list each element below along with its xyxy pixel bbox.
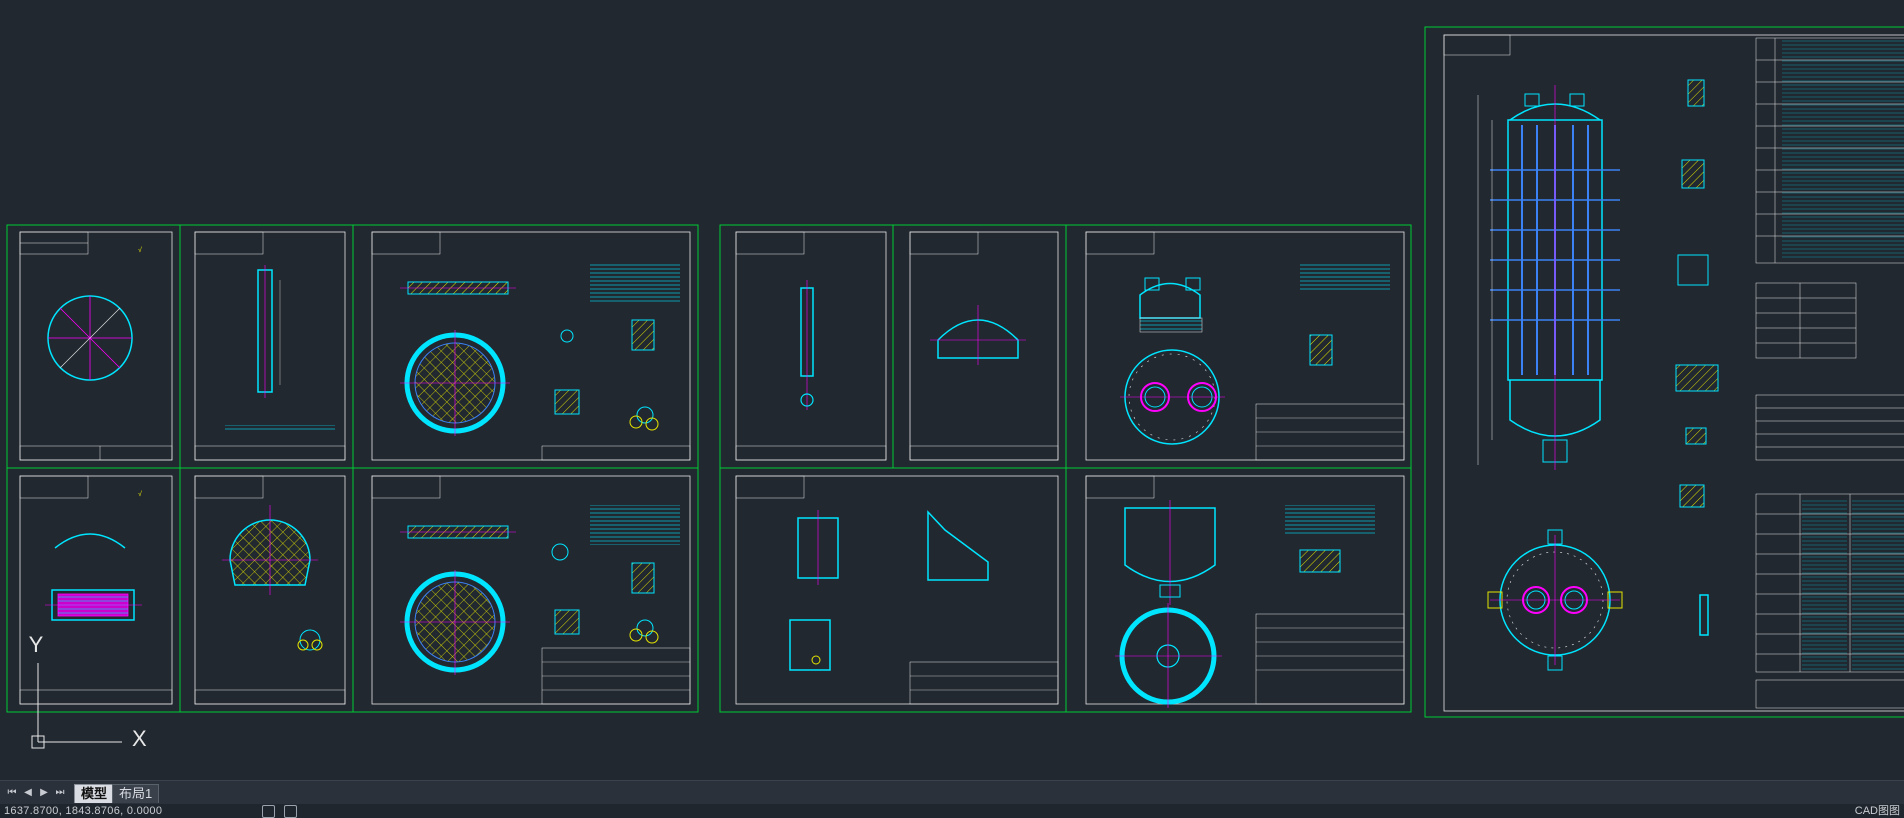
status-bar: 1637.8700, 1843.8706, 0.0000 CAD图图 — [0, 804, 1904, 818]
last-page-icon[interactable]: ⏭ — [54, 786, 66, 800]
svg-text:√: √ — [138, 246, 142, 254]
sheet-shell[interactable] — [1085, 475, 1405, 708]
sheet-circle-plate[interactable]: √ — [19, 231, 173, 461]
first-page-icon[interactable]: ⏮ — [6, 786, 18, 800]
coordinate-readout: 1637.8700, 1843.8706, 0.0000 — [4, 805, 163, 817]
svg-text:√: √ — [138, 490, 142, 498]
status-right-label: CAD图图 — [1854, 805, 1900, 817]
sheet-group-middle — [719, 224, 1412, 713]
ucs-icon — [31, 663, 122, 749]
sheet-tube-part[interactable] — [194, 231, 346, 461]
sheet-channel[interactable] — [1085, 231, 1405, 461]
ucs-y-label: Y — [29, 632, 44, 657]
snap-toggle-icon[interactable] — [262, 805, 275, 818]
layout-tab-bar: ⏮ ◀ ▶ ⏭ 模型 布局1 — [0, 780, 1904, 805]
next-page-icon[interactable]: ▶ — [38, 786, 50, 800]
sheet-channel-cover[interactable]: √ — [19, 475, 173, 705]
assembly-sheet[interactable] — [1424, 26, 1904, 718]
sheet-nozzle[interactable] — [735, 231, 887, 461]
tab-model[interactable]: 模型 — [74, 784, 115, 803]
sheet-tubesheet-1[interactable] — [371, 231, 691, 461]
ucs-x-label: X — [132, 726, 147, 751]
sheet-baffle[interactable] — [194, 475, 346, 705]
sheet-tubesheet-2[interactable] — [371, 475, 691, 705]
sheet-support[interactable] — [735, 475, 1059, 705]
drawing-canvas[interactable]: √ √ X Y — [0, 0, 1904, 780]
prev-page-icon[interactable]: ◀ — [22, 786, 34, 800]
sheet-head[interactable] — [909, 231, 1059, 461]
grid-toggle-icon[interactable] — [284, 805, 297, 818]
tab-layout1[interactable]: 布局1 — [112, 784, 160, 803]
